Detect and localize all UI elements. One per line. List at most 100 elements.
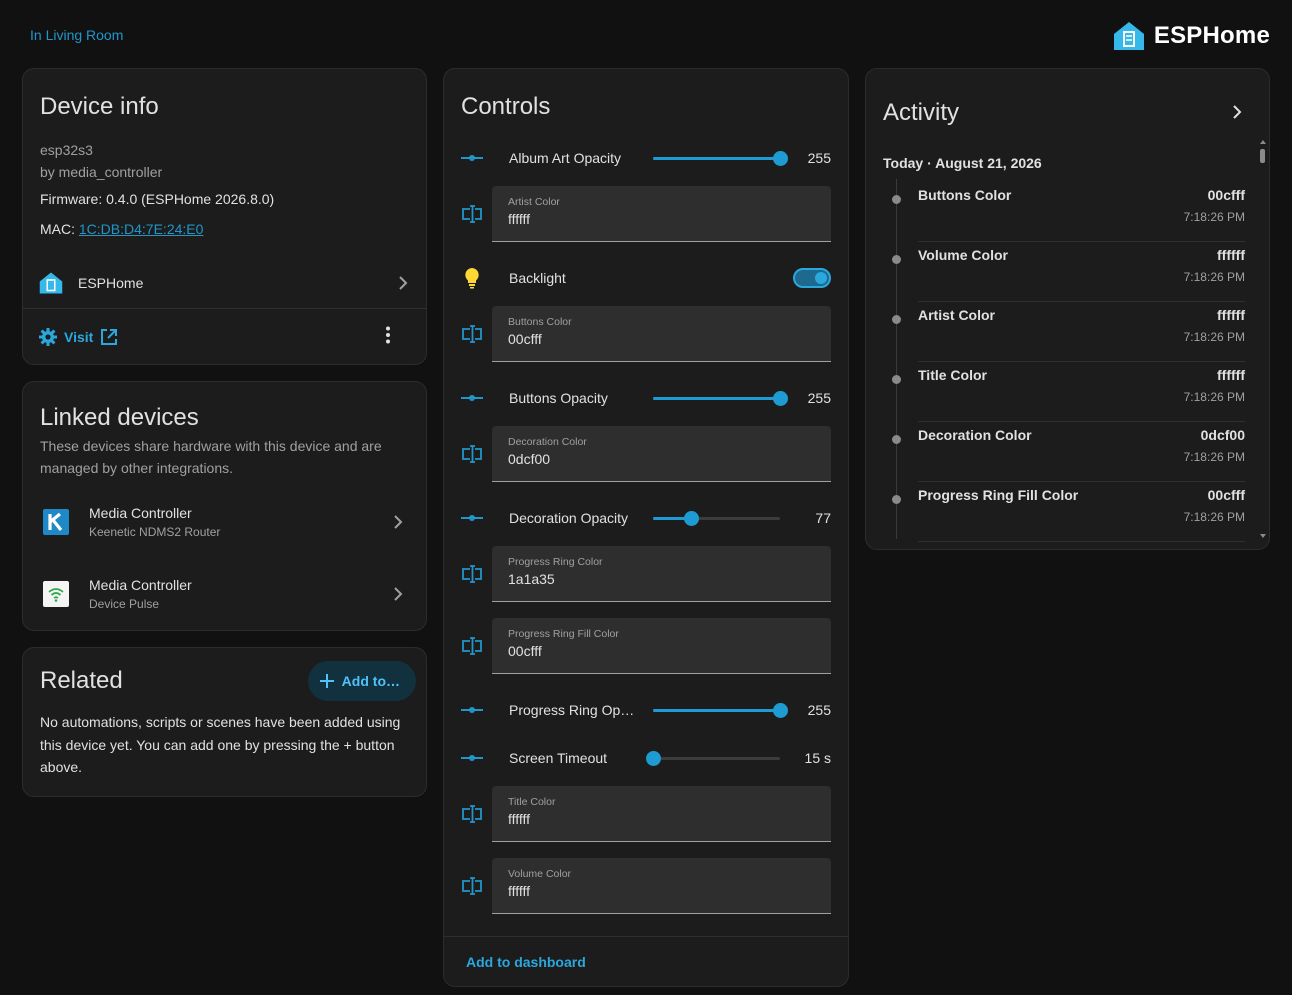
slider-value: 255 — [807, 390, 831, 406]
text-input-value: 0dcf00 — [508, 451, 551, 467]
device-model: esp32s3 by media_controller — [40, 139, 162, 183]
activity-entity: Title Color — [918, 367, 987, 383]
text-field-icon — [461, 875, 483, 897]
text-input-label: Progress Ring Fill Color — [508, 628, 619, 640]
open-in-new-icon — [101, 329, 118, 345]
slider-row-buttons-opacity: Buttons Opacity 255 — [444, 374, 848, 422]
text-row-volume-color: Volume Color ffffff — [444, 858, 848, 914]
integration-row[interactable]: ESPHome — [23, 259, 426, 307]
text-input-value: 00cfff — [508, 331, 542, 347]
chevron-right-icon — [394, 515, 403, 529]
activity-item[interactable]: Artist Color ffffff 7:18:26 PM — [866, 305, 1251, 365]
text-input[interactable]: Decoration Color 0dcf00 — [492, 426, 831, 482]
activity-state: 0dcf00 — [1200, 427, 1245, 443]
mac-address: MAC: 1C:DB:D4:7E:24:E0 — [40, 221, 203, 237]
divider — [918, 481, 1245, 482]
add-to-dashboard-button[interactable]: Add to dashboard — [466, 954, 586, 970]
toggle-row-backlight: Backlight — [444, 254, 848, 302]
chevron-right-icon — [399, 276, 408, 290]
activity-entity: Progress Ring Fill Color — [918, 487, 1079, 503]
divider — [918, 241, 1245, 242]
linked-device-row[interactable]: Media Controller Device Pulse — [23, 566, 426, 622]
visit-label: Visit — [64, 329, 94, 345]
activity-item[interactable]: Title Color ffffff 7:18:26 PM — [866, 365, 1251, 425]
text-field-icon — [461, 563, 483, 585]
firmware-version: Firmware: 0.4.0 (ESPHome 2026.8.0) — [40, 191, 275, 207]
brand: ESPHome — [1112, 20, 1270, 52]
activity-state: ffffff — [1217, 367, 1245, 383]
text-input-value: 00cfff — [508, 643, 542, 659]
text-row-buttons-color: Buttons Color 00cfff — [444, 306, 848, 362]
activity-time: 7:18:26 PM — [1183, 210, 1245, 224]
text-input-value: ffffff — [508, 883, 531, 899]
slider-row-screen-timeout: Screen Timeout 15 s — [444, 734, 848, 782]
device-model-name: esp32s3 — [40, 142, 93, 158]
text-input[interactable]: Title Color ffffff — [492, 786, 831, 842]
activity-item[interactable]: Volume Color ffffff 7:18:26 PM — [866, 245, 1251, 305]
activity-scrollbar[interactable] — [1260, 139, 1266, 539]
activity-title: Activity — [883, 99, 960, 126]
linked-devices-description: These devices share hardware with this d… — [40, 438, 382, 476]
backlight-toggle[interactable] — [793, 268, 831, 288]
more-options-button[interactable] — [385, 326, 391, 349]
text-input[interactable]: Volume Color ffffff — [492, 858, 831, 914]
text-input[interactable]: Buttons Color 00cfff — [492, 306, 831, 362]
controls-footer: Add to dashboard — [444, 936, 848, 986]
text-input[interactable]: Artist Color ffffff — [492, 186, 831, 242]
esphome-house-icon — [1113, 22, 1144, 50]
text-input[interactable]: Progress Ring Color 1a1a35 — [492, 546, 831, 602]
activity-entity: Artist Color — [918, 307, 995, 323]
slider-name: Progress Ring Op… — [509, 702, 635, 718]
text-field-icon — [461, 443, 483, 465]
activity-dot — [892, 255, 901, 264]
slider-icon — [461, 507, 483, 529]
device-info-title: Device info — [40, 93, 159, 120]
slider-name: Decoration Opacity — [509, 510, 629, 526]
mac-link[interactable]: 1C:DB:D4:7E:24:E0 — [79, 221, 204, 237]
plus-icon — [319, 674, 334, 688]
related-empty-text: No automations, scripts or scenes have b… — [40, 714, 401, 775]
linked-device-name: Media Controller — [89, 577, 192, 593]
slider[interactable] — [653, 508, 780, 528]
visit-button[interactable]: Visit — [38, 327, 119, 347]
slider[interactable] — [653, 388, 788, 408]
slider-icon — [461, 747, 483, 769]
area-link[interactable]: In Living Room — [30, 27, 123, 43]
device-manufacturer: by media_controller — [40, 164, 163, 180]
linked-device-source: Keenetic NDMS2 Router — [89, 525, 221, 539]
text-input[interactable]: Progress Ring Fill Color 00cfff — [492, 618, 831, 674]
slider[interactable] — [653, 700, 788, 720]
slider-value: 77 — [815, 510, 831, 526]
activity-item[interactable]: Decoration Color 0dcf00 7:18:26 PM — [866, 425, 1251, 485]
text-input-label: Artist Color — [508, 196, 560, 208]
text-row-progress-ring-fill-color: Progress Ring Fill Color 00cfff — [444, 618, 848, 674]
linked-device-row[interactable]: Media Controller Keenetic NDMS2 Router — [23, 494, 426, 550]
slider[interactable] — [653, 148, 788, 168]
text-row-title-color: Title Color ffffff — [444, 786, 848, 842]
brand-name: ESPHome — [1153, 22, 1270, 49]
activity-state: ffffff — [1217, 247, 1245, 263]
slider-icon — [461, 147, 483, 169]
activity-item[interactable]: Progress Ring Fill Color 00cfff 7:18:26 … — [866, 485, 1251, 545]
divider — [918, 301, 1245, 302]
controls-card: Controls Album Art Opacity 255 Artist Co… — [443, 68, 849, 987]
add-to-label: Add to… — [341, 673, 400, 689]
slider-icon — [461, 699, 483, 721]
text-input-label: Title Color — [508, 796, 556, 808]
activity-dot — [892, 375, 901, 384]
more-vertical-icon — [386, 326, 390, 343]
text-input-label: Buttons Color — [508, 316, 572, 328]
activity-time: 7:18:26 PM — [1183, 390, 1245, 404]
activity-state: ffffff — [1217, 307, 1245, 323]
divider — [918, 541, 1245, 542]
linked-device-source: Device Pulse — [89, 597, 160, 611]
add-to-button[interactable]: Add to… — [307, 661, 416, 701]
chevron-right-icon[interactable] — [1231, 104, 1243, 120]
activity-dot — [892, 195, 901, 204]
gear-icon — [39, 328, 57, 346]
activity-item[interactable]: Buttons Color 00cfff 7:18:26 PM — [866, 185, 1251, 245]
mac-label: MAC: — [40, 221, 79, 237]
text-input-value: ffffff — [508, 811, 531, 827]
slider[interactable] — [646, 748, 780, 768]
related-card: Related Add to… No automations, scripts … — [22, 647, 427, 797]
